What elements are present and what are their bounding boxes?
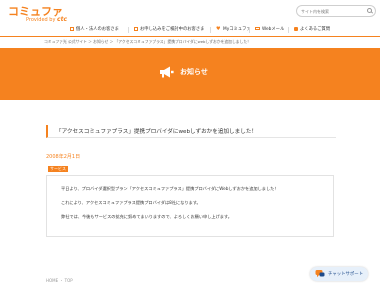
breadcrumb[interactable]: コミュファ光 公式サイト ＞ お知らせ ＞ 「アクセスコミュファプラス」提携プロ… xyxy=(44,39,251,45)
nav-item-faq[interactable]: よくあるご質問 xyxy=(294,26,330,34)
nav-item-my-commufa[interactable]: ♥ Myコミュファ xyxy=(216,26,251,34)
search-input[interactable] xyxy=(301,6,361,16)
body-paragraph: 平日より、プロバイダ選択型プラン「アクセスコミュファプラス」提携プロバイダにWe… xyxy=(61,186,279,191)
commufa-logo[interactable]: コミュファ Provided by ctc xyxy=(8,3,67,29)
heart-icon: ♥ xyxy=(216,25,221,32)
page-title: お知らせ xyxy=(180,68,208,76)
header-divider xyxy=(0,36,380,37)
nav-item-individual[interactable]: 個人・法人のお客さま xyxy=(70,26,119,34)
article-heading-box: 「アクセスコミュファプラス」提携プロバイダにwebしずおかを追加しました！ xyxy=(46,125,336,138)
site-search[interactable] xyxy=(296,5,376,17)
nav-divider xyxy=(128,27,129,33)
article-body: 平日より、プロバイダ選択型プラン「アクセスコミュファプラス」提携プロバイダにWe… xyxy=(46,175,334,237)
article-date: 2008年2月1日 xyxy=(46,154,81,160)
document-icon xyxy=(70,26,74,31)
nav-item-apply[interactable]: お申し込みをご検討中のお客さま xyxy=(134,26,204,34)
footer-links[interactable]: HOME ・ TOP xyxy=(46,278,73,284)
mail-icon xyxy=(255,26,260,31)
site-header: コミュファ Provided by ctc 個人・法人のお客さま お申し込みをご… xyxy=(0,0,380,36)
search-icon[interactable] xyxy=(367,8,372,13)
nav-divider xyxy=(249,27,250,33)
nav-divider xyxy=(210,27,211,33)
megaphone-icon xyxy=(160,66,174,78)
article-heading: 「アクセスコミュファプラス」提携プロバイダにwebしずおかを追加しました！ xyxy=(56,129,258,135)
chat-bubble-icon xyxy=(315,270,325,278)
question-icon xyxy=(294,26,298,31)
body-paragraph: これにより、アクセスコミュファプラス提携プロバイダは8社になります。 xyxy=(61,200,201,205)
category-badge: サービス xyxy=(48,166,68,172)
logo-subtext: Provided by ctc xyxy=(26,16,68,23)
document-icon xyxy=(134,26,138,31)
nav-divider xyxy=(288,27,289,33)
page-hero: お知らせ xyxy=(0,48,380,100)
chat-support-button[interactable]: チャットサポート xyxy=(310,267,368,281)
nav-item-webmail[interactable]: Webメール xyxy=(255,26,284,34)
chat-support-label: チャットサポート xyxy=(328,272,364,277)
body-paragraph: 弊社では、今後もサービスの拡充に努めてまいりますので、よろしくお願い申し上げます… xyxy=(61,214,232,219)
